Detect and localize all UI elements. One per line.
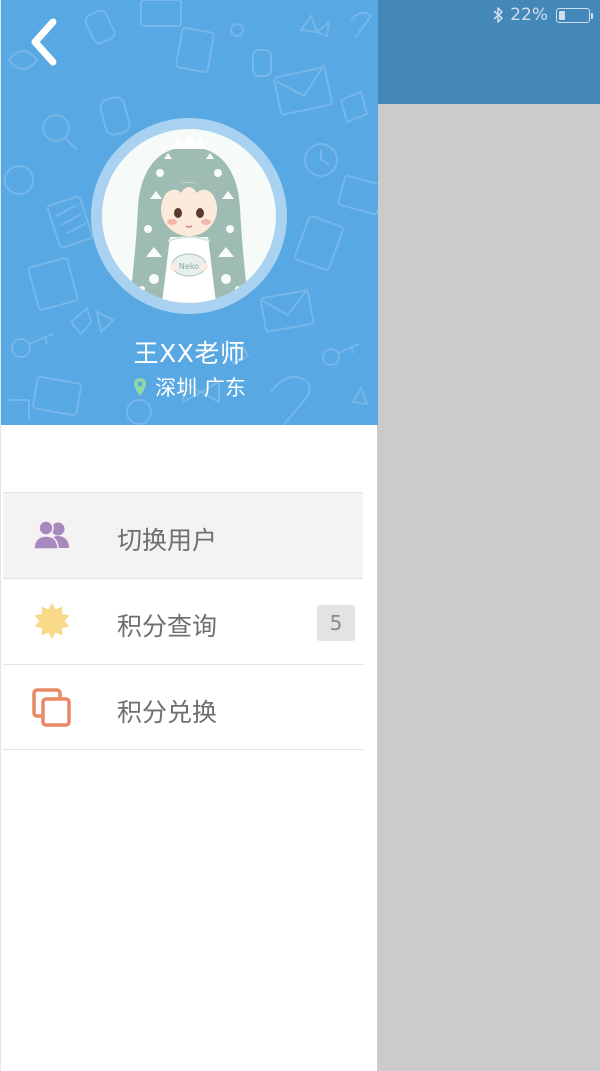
- status-bar: 22%: [492, 4, 593, 26]
- menu-item-points-query[interactable]: 积分查询 5: [3, 578, 363, 664]
- points-count-badge: 5: [317, 605, 355, 641]
- side-drawer: Neko 王XX老师 深圳 广东 切换用户 积分查询 5 积分兑换: [0, 0, 378, 1071]
- chevron-left-icon: [31, 18, 57, 66]
- avatar[interactable]: Neko: [91, 118, 287, 314]
- location-text: 深圳 广东: [155, 376, 246, 400]
- menu-label-points-query: 积分查询: [117, 612, 218, 641]
- battery-percent: 22%: [510, 5, 548, 25]
- drawer-menu: 切换用户 积分查询 5 积分兑换: [3, 492, 363, 750]
- menu-label-points-exchange: 积分兑换: [117, 698, 218, 727]
- backdrop-overlay[interactable]: [377, 104, 600, 1071]
- menu-item-switch-user[interactable]: 切换用户: [3, 492, 363, 578]
- bluetooth-icon: [493, 7, 503, 23]
- menu-label-switch-user: 切换用户: [117, 526, 218, 555]
- users-icon: [33, 520, 69, 550]
- avatar-image: Neko: [102, 129, 276, 303]
- avatar-girl-illustration: Neko: [130, 133, 248, 303]
- battery-icon: [556, 7, 593, 23]
- menu-item-points-exchange[interactable]: 积分兑换: [3, 664, 363, 750]
- user-location: 深圳 广东: [1, 372, 378, 402]
- sun-badge-icon: [34, 603, 70, 639]
- battery-level-fill: [559, 10, 565, 20]
- profile-header: Neko 王XX老师 深圳 广东: [1, 0, 378, 425]
- user-name: 王XX老师: [133, 339, 246, 368]
- app-screen: 22% Neko 王XX老师 深圳 广东 切换用户 积分查询 5 积分兑换: [0, 0, 600, 1071]
- avatar-badge-text: Neko: [179, 262, 199, 271]
- location-pin-icon: [134, 378, 147, 396]
- copy-squares-icon: [32, 688, 71, 727]
- back-button[interactable]: [27, 18, 71, 66]
